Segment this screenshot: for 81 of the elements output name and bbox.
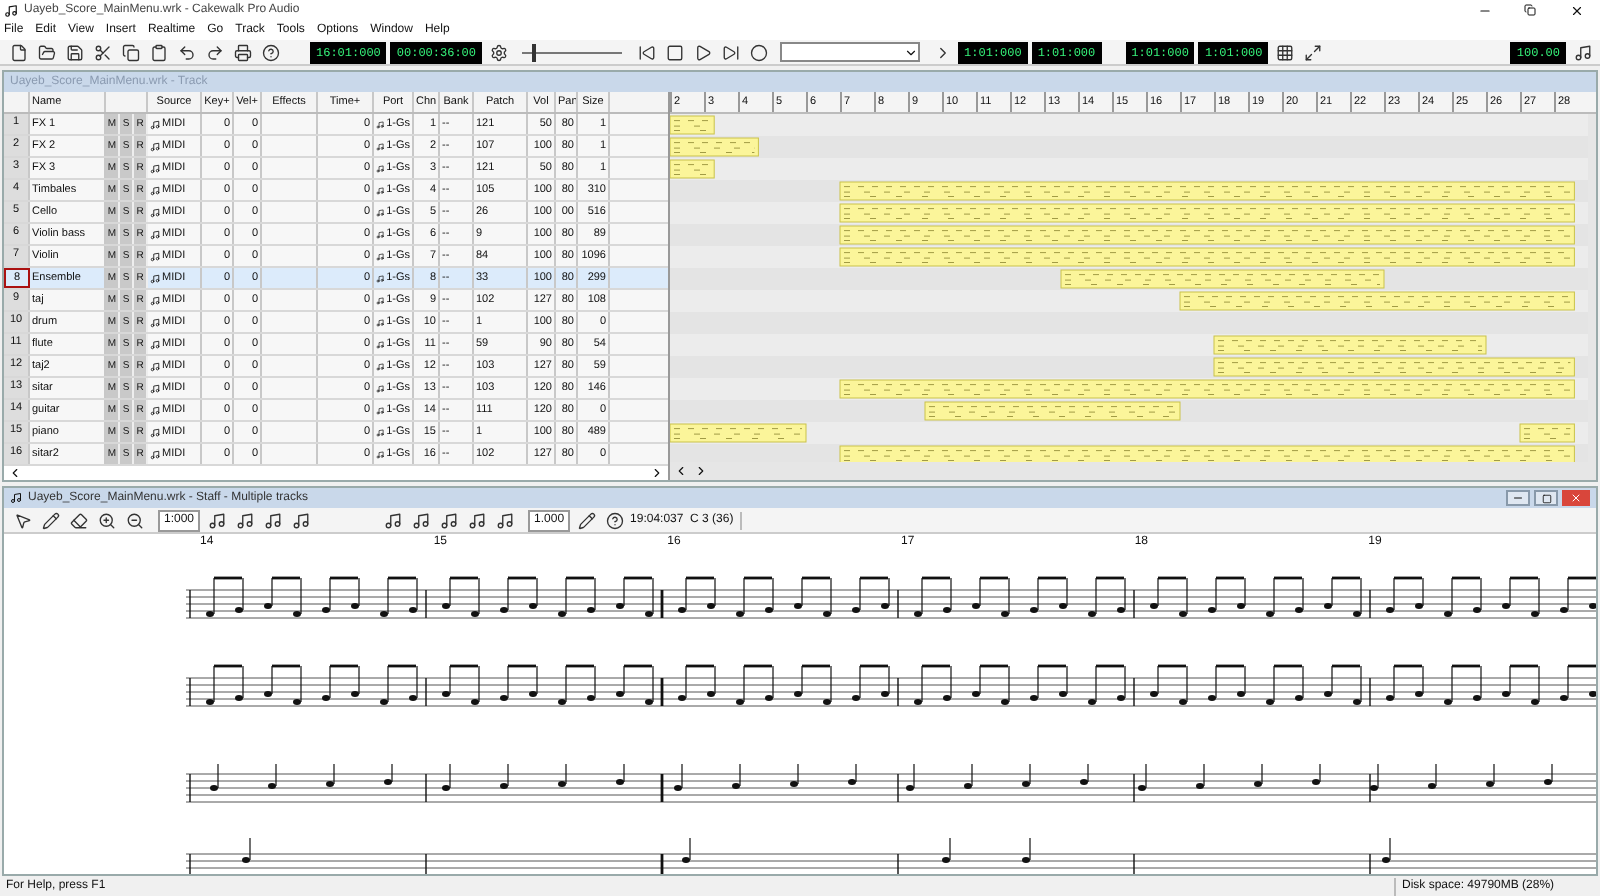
- slider-thumb[interactable]: [531, 43, 536, 61]
- help-icon[interactable]: [602, 508, 627, 532]
- minimize-button[interactable]: [1506, 490, 1530, 506]
- note-icon[interactable]: [288, 508, 313, 532]
- app-icon: [4, 3, 18, 17]
- close-icon: [1569, 3, 1583, 17]
- scroll-left-icon[interactable]: [8, 466, 22, 480]
- maximize-button[interactable]: [1534, 490, 1558, 506]
- note-icon: [376, 229, 385, 239]
- note-icon: [376, 185, 385, 195]
- grid-icon[interactable]: [1272, 40, 1297, 64]
- note-icon: [376, 141, 385, 151]
- note-icon: [150, 207, 160, 217]
- note-icon: [376, 449, 385, 459]
- paste-icon[interactable]: [146, 40, 170, 64]
- note-icon: [376, 163, 385, 173]
- note-icon: [150, 273, 160, 283]
- note-icon: [376, 405, 385, 415]
- note-icon: [10, 492, 22, 504]
- print-icon[interactable]: [230, 40, 254, 64]
- note-icon: [150, 295, 160, 305]
- note-icon: [376, 427, 385, 437]
- skip-forward-icon[interactable]: [718, 40, 743, 64]
- folder-icon[interactable]: [34, 40, 58, 64]
- stop-icon[interactable]: [662, 40, 687, 64]
- note-icon: [376, 119, 385, 129]
- restore-icon: [1524, 4, 1536, 16]
- note-icon: [150, 317, 160, 327]
- cut-icon[interactable]: [90, 40, 114, 64]
- note-icon[interactable]: [204, 508, 229, 532]
- pointer-icon[interactable]: [10, 508, 34, 532]
- note-icon: [150, 449, 160, 459]
- eraser-icon[interactable]: [66, 508, 90, 532]
- rewind-icon[interactable]: [634, 40, 659, 64]
- note-icon[interactable]: [464, 508, 489, 532]
- redo-icon[interactable]: [202, 40, 226, 64]
- close-icon: [1570, 492, 1582, 504]
- new-file-icon[interactable]: [6, 40, 30, 64]
- note-icon[interactable]: [492, 508, 517, 532]
- pencil-icon[interactable]: [38, 508, 62, 532]
- zoom-out-icon[interactable]: [122, 508, 146, 532]
- expand-icon[interactable]: [1300, 40, 1325, 64]
- note-icon: [150, 119, 160, 129]
- note-icon: [376, 383, 385, 393]
- note-icon: [376, 361, 385, 371]
- note-icon: [376, 251, 385, 261]
- note-icon[interactable]: [1570, 40, 1594, 64]
- maximize-icon: [1541, 493, 1551, 503]
- note-icon[interactable]: [408, 508, 433, 532]
- note-icon: [150, 141, 160, 151]
- help-icon[interactable]: [258, 40, 282, 64]
- note-icon: [150, 185, 160, 195]
- note-icon: [150, 229, 160, 239]
- dropdown-field[interactable]: [780, 42, 921, 62]
- note-icon: [376, 317, 385, 327]
- note-icon[interactable]: [436, 508, 461, 532]
- note-icon: [376, 273, 385, 283]
- scroll-right-icon[interactable]: [650, 466, 664, 480]
- minimize-icon: [1512, 492, 1524, 504]
- note-icon: [150, 427, 160, 437]
- note-icon: [150, 163, 160, 173]
- zoom-in-icon[interactable]: [94, 508, 118, 532]
- note-icon: [376, 207, 385, 217]
- note-icon: [150, 405, 160, 415]
- note-icon: [150, 339, 160, 349]
- note-icon[interactable]: [260, 508, 285, 532]
- note-icon: [376, 339, 385, 349]
- scroll-right-icon[interactable]: [694, 464, 708, 479]
- undo-icon[interactable]: [174, 40, 198, 64]
- note-icon: [376, 295, 385, 305]
- save-icon[interactable]: [62, 40, 86, 64]
- note-icon: [150, 251, 160, 261]
- record-icon[interactable]: [746, 40, 771, 64]
- note-icon: [150, 361, 160, 371]
- note-icon[interactable]: [380, 508, 405, 532]
- gear-icon[interactable]: [486, 40, 511, 64]
- copy-icon[interactable]: [118, 40, 142, 64]
- scroll-left-icon[interactable]: [674, 464, 688, 479]
- note-icon[interactable]: [232, 508, 257, 532]
- caret-icon: [904, 45, 919, 59]
- note-icon: [150, 383, 160, 393]
